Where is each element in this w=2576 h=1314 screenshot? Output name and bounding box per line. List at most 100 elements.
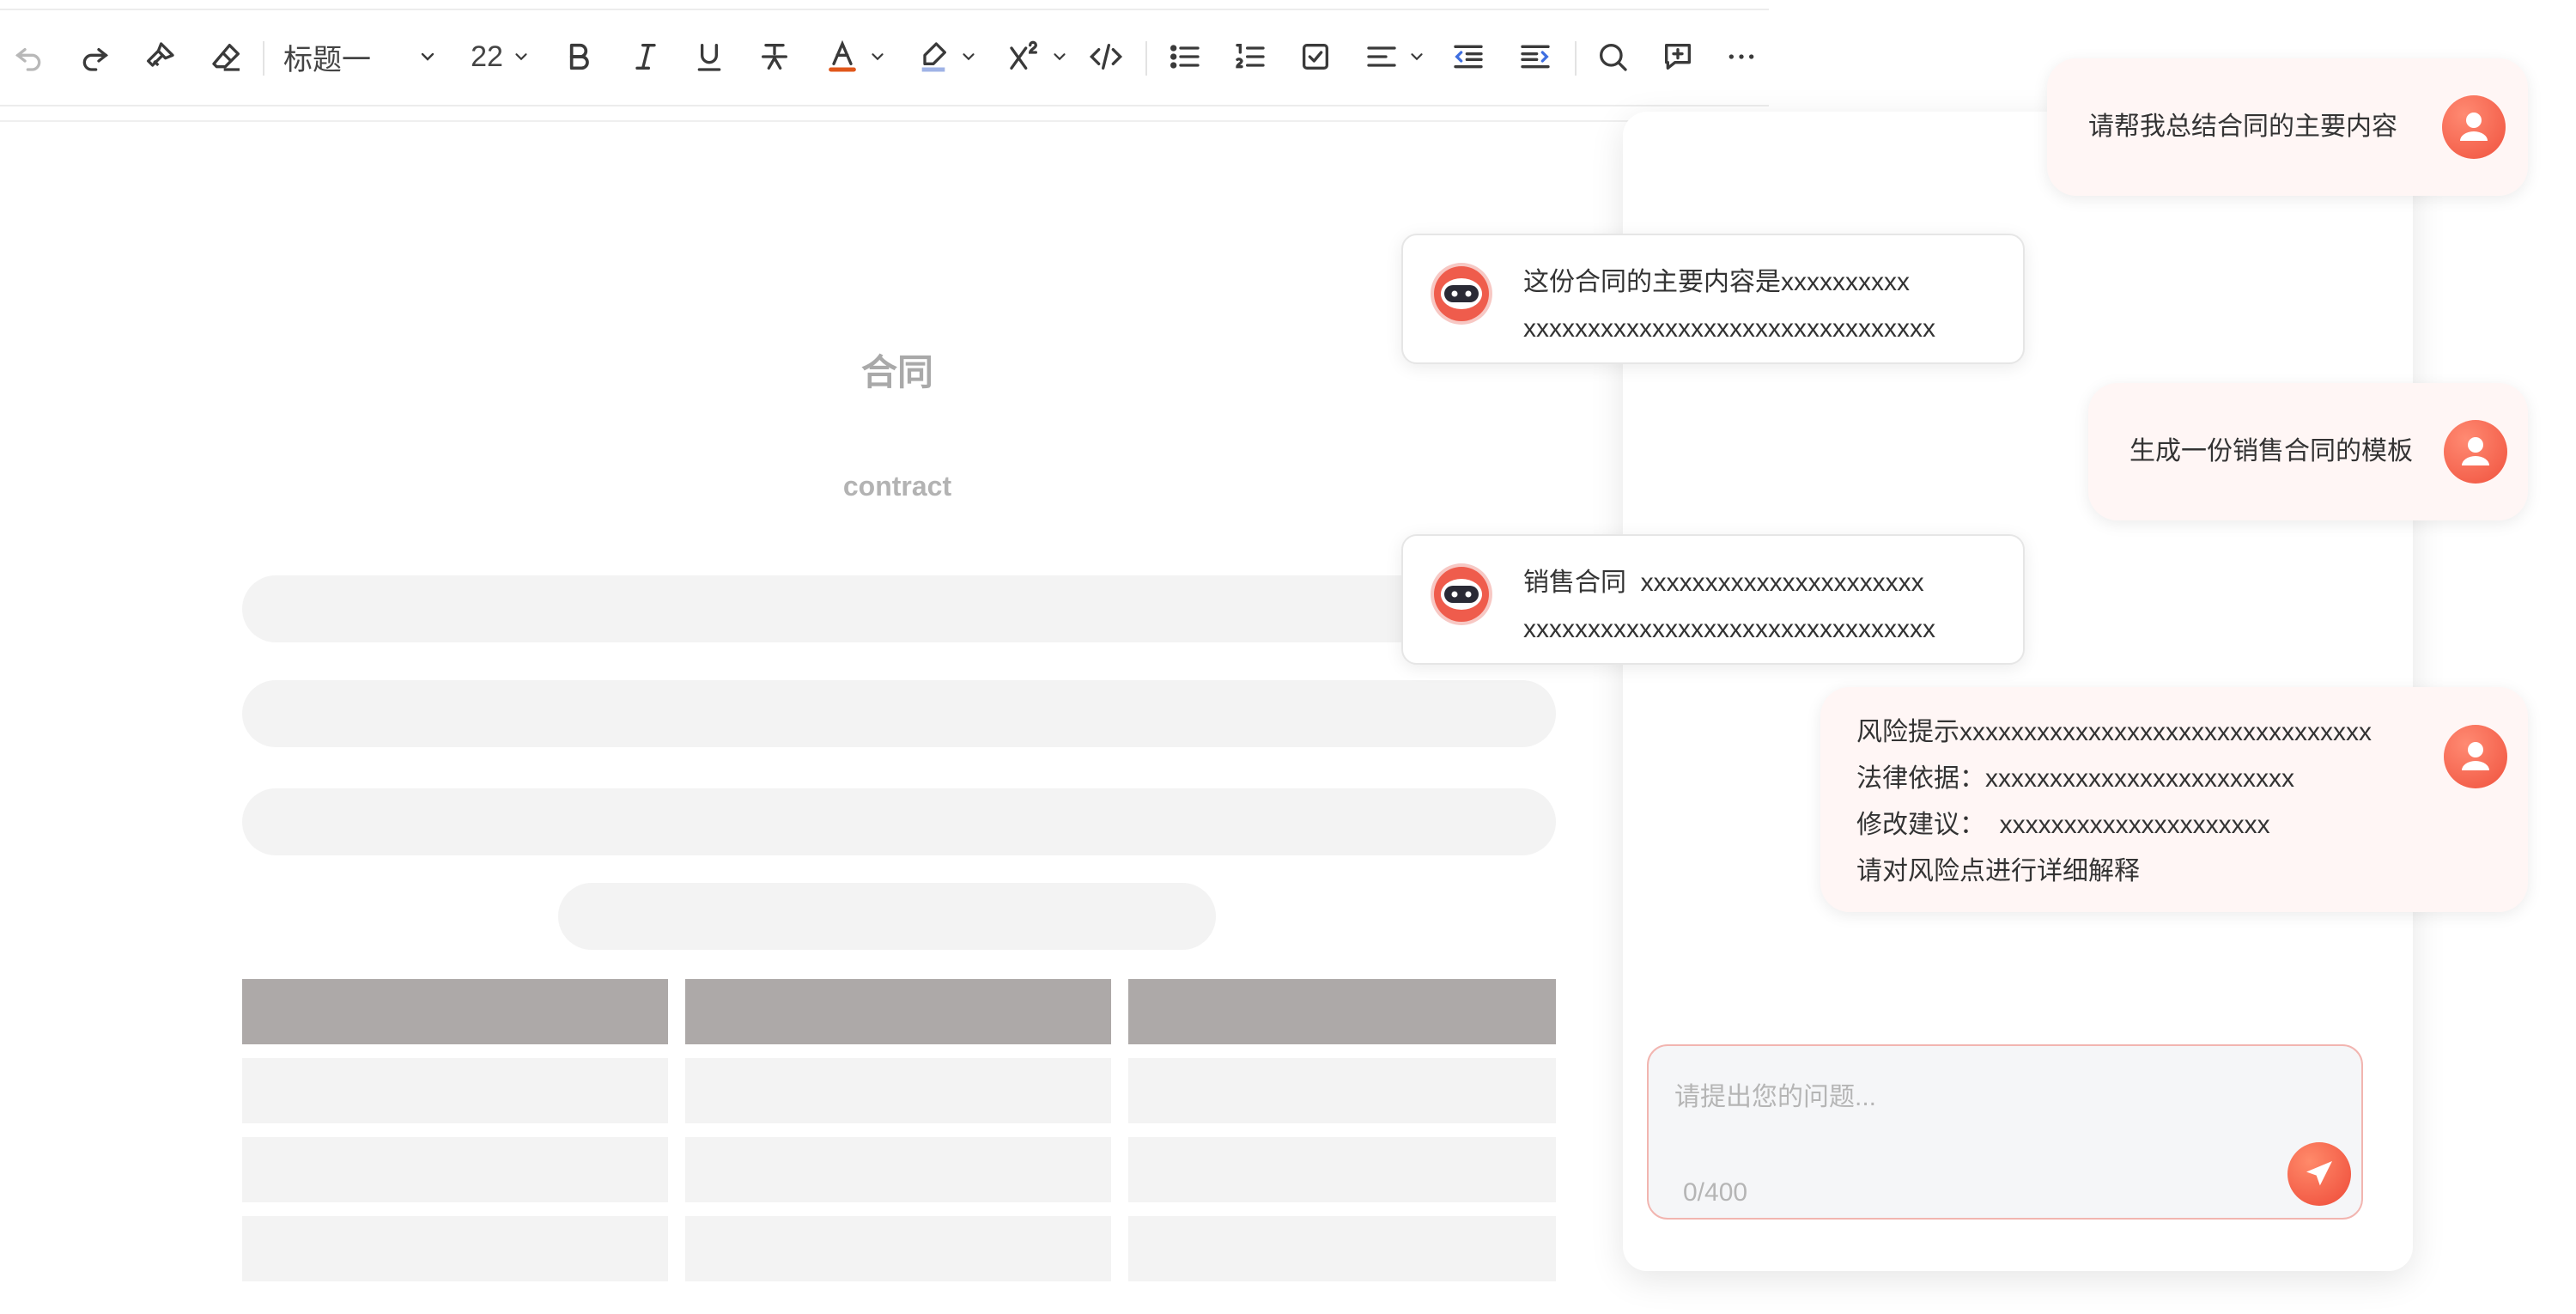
- user-avatar: [2444, 725, 2507, 788]
- align-icon: [1367, 46, 1396, 67]
- message-text: 风险提示xxxxxxxxxxxxxxxxxxxxxxxxxxxxxxxx: [1856, 718, 2372, 746]
- comment-button[interactable]: [1656, 26, 1700, 88]
- message-text: 请帮我总结合同的主要内容: [2088, 113, 2397, 141]
- superscript-button[interactable]: [999, 26, 1077, 88]
- assistant-message: 这份合同的主要内容是xxxxxxxxxx xxxxxxxxxxxxxxxxxxx…: [1401, 234, 2025, 364]
- indent-button[interactable]: [1513, 26, 1558, 88]
- bot-avatar: [1427, 259, 1496, 328]
- message-text: 这份合同的主要内容是xxxxxxxxxx: [1523, 268, 1910, 296]
- font-color-icon: [829, 40, 856, 72]
- chevron-down-icon: [1054, 53, 1066, 61]
- table-cell: [1128, 1058, 1556, 1123]
- format-painter-button[interactable]: [137, 26, 182, 88]
- table-header-cell: [685, 979, 1111, 1044]
- chevron-down-icon: [963, 53, 975, 61]
- user-avatar-icon: [2462, 742, 2489, 770]
- chevron-down-icon: [1411, 53, 1423, 61]
- table-cell: [242, 1216, 668, 1281]
- editor-toolbar: 标题一 22: [0, 9, 1769, 106]
- more-icon: [1728, 54, 1754, 59]
- toolbar-separator: [1575, 41, 1577, 76]
- chevron-down-icon: [421, 52, 434, 61]
- outdent-icon: [1454, 45, 1483, 69]
- strikethrough-icon: [762, 44, 787, 70]
- question-input[interactable]: [1673, 1074, 2277, 1128]
- italic-icon: [635, 44, 656, 70]
- search-button[interactable]: [1590, 26, 1635, 88]
- message-text: xxxxxxxxxxxxxxxxxxxxxxxxxxxxxxxx: [1523, 615, 1935, 643]
- chevron-down-icon: [515, 53, 527, 61]
- checklist-icon: [1303, 44, 1328, 70]
- underline-icon: [697, 44, 721, 71]
- user-avatar-icon: [2462, 437, 2489, 465]
- heading-select-value: 标题一: [283, 43, 371, 76]
- message-text: 生成一份销售合同的模板: [2129, 437, 2413, 465]
- redo-icon: [82, 48, 109, 71]
- checklist-button[interactable]: [1293, 26, 1338, 88]
- strikethrough-button[interactable]: [752, 26, 797, 88]
- format-painter-icon: [147, 42, 174, 67]
- bullet-list-button[interactable]: [1163, 26, 1207, 88]
- message-text: 请对风险点进行详细解释: [1856, 857, 2140, 885]
- user-message: 请帮我总结合同的主要内容: [2047, 58, 2528, 196]
- table-cell: [242, 1058, 668, 1123]
- message-text: 销售合同 xxxxxxxxxxxxxxxxxxxxxx: [1523, 569, 1924, 597]
- bot-avatar-icon: [1431, 563, 1492, 625]
- highlight-button[interactable]: [908, 26, 986, 88]
- message-text: xxxxxxxxxxxxxxxxxxxxxxxxxxxxxxxx: [1523, 314, 1935, 343]
- user-avatar: [2444, 420, 2507, 484]
- bold-icon: [569, 43, 589, 70]
- search-icon: [1600, 44, 1627, 71]
- table-header-cell: [1128, 979, 1556, 1044]
- undo-button[interactable]: [7, 26, 52, 88]
- user-message: 风险提示xxxxxxxxxxxxxxxxxxxxxxxxxxxxxxxx 法律依…: [1820, 687, 2528, 912]
- user-avatar: [2442, 95, 2506, 159]
- comment-icon: [1665, 44, 1691, 70]
- content-placeholder-line: [558, 883, 1216, 950]
- table-cell: [1128, 1216, 1556, 1281]
- undo-icon: [15, 48, 41, 71]
- align-button[interactable]: [1357, 26, 1434, 88]
- eraser-icon: [212, 44, 240, 71]
- toolbar-divider: [0, 120, 1631, 122]
- outdent-button[interactable]: [1446, 26, 1491, 88]
- font-color-button[interactable]: [817, 26, 895, 88]
- code-button[interactable]: [1084, 26, 1128, 88]
- redo-button[interactable]: [72, 26, 117, 88]
- table-cell: [685, 1216, 1111, 1281]
- highlight-icon: [921, 42, 946, 72]
- code-icon: [1089, 44, 1123, 70]
- table-cell: [1128, 1137, 1556, 1202]
- table-header-cell: [242, 979, 668, 1044]
- numbered-list-icon: [1236, 44, 1265, 69]
- send-icon: [2306, 1161, 2332, 1186]
- more-button[interactable]: [1719, 26, 1764, 88]
- chevron-down-icon: [872, 53, 884, 61]
- user-message: 生成一份销售合同的模板: [2088, 383, 2528, 520]
- content-placeholder-line: [242, 575, 1556, 642]
- clear-format-button[interactable]: [204, 26, 249, 88]
- table-cell: [685, 1058, 1111, 1123]
- content-placeholder-line: [242, 788, 1556, 855]
- content-placeholder-line: [242, 680, 1556, 747]
- numbered-list-button[interactable]: [1228, 26, 1273, 88]
- assistant-message: 销售合同 xxxxxxxxxxxxxxxxxxxxxx xxxxxxxxxxxx…: [1401, 534, 2025, 665]
- toolbar-separator: [263, 41, 264, 76]
- table-cell: [685, 1137, 1111, 1202]
- underline-button[interactable]: [687, 26, 732, 88]
- character-counter: 0/400: [1683, 1178, 1748, 1207]
- user-avatar-icon: [2460, 113, 2488, 141]
- send-button[interactable]: [2287, 1142, 2351, 1206]
- chat-input-box: 0/400: [1647, 1044, 2363, 1220]
- bullet-list-icon: [1170, 45, 1200, 69]
- superscript-icon: [1010, 40, 1038, 70]
- message-text: 修改建议： xxxxxxxxxxxxxxxxxxxxx: [1856, 811, 2270, 839]
- toolbar-separator: [1145, 41, 1147, 76]
- italic-button[interactable]: [623, 26, 668, 88]
- message-text: 法律依据：xxxxxxxxxxxxxxxxxxxxxxxx: [1856, 764, 2294, 793]
- heading-select[interactable]: 标题一: [283, 26, 438, 88]
- document-subtitle: contract: [842, 471, 952, 502]
- indent-icon: [1521, 45, 1550, 69]
- font-size-select[interactable]: 22: [462, 26, 539, 88]
- bold-button[interactable]: [556, 26, 601, 88]
